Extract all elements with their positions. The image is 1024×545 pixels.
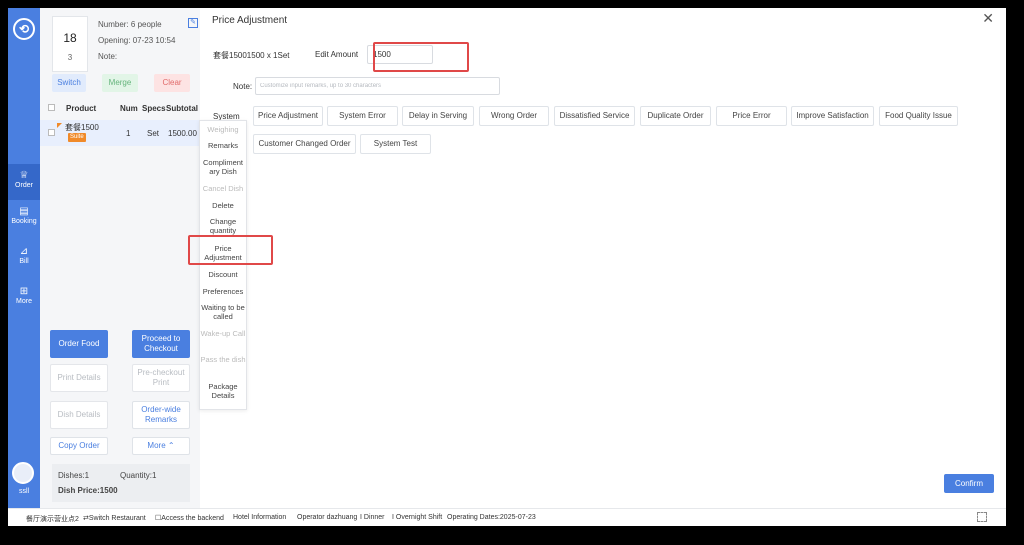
reason-tag[interactable]: Improve Satisfaction (791, 106, 874, 126)
hotel-information-link[interactable]: Hotel Information (233, 514, 286, 521)
reason-tag[interactable]: Wrong Order (479, 106, 549, 126)
fullscreen-icon[interactable] (977, 512, 987, 522)
menu-item-wake-up-call[interactable]: Wake-up Call (200, 329, 246, 338)
reason-tag[interactable]: Price Adjustment (253, 106, 323, 126)
order-icon: ♕ (19, 170, 29, 181)
nav-bill-label: Bill (19, 258, 29, 265)
switch-table-button[interactable]: Switch (52, 74, 86, 92)
edit-icon[interactable]: ✎ (188, 18, 198, 28)
bill-icon: ⊿ (19, 246, 29, 257)
col-product: Product (66, 104, 97, 113)
select-all-checkbox[interactable] (48, 104, 55, 111)
nav-booking[interactable]: ▤ Booking (8, 206, 40, 230)
reason-tag[interactable]: Customer Changed Order (253, 134, 356, 154)
copy-order-button[interactable]: Copy Order (50, 437, 108, 455)
guest-count: 3 (67, 53, 73, 62)
user-name: ssll (18, 488, 30, 495)
table-card[interactable]: 18 3 (52, 16, 88, 72)
shift-info: I Overnight Shift (392, 514, 443, 521)
reason-tag[interactable]: System Test (360, 134, 431, 154)
meal-period: I Dinner (360, 514, 385, 521)
price-adjustment-dialog: Price Adjustment ✕ 套餐15001500 x 1Set Edi… (200, 8, 1006, 508)
order-food-button[interactable]: Order Food (50, 330, 108, 358)
menu-item-weighing[interactable]: Weighing (200, 125, 246, 134)
table-number: 18 (63, 31, 77, 45)
menu-item-pass-the-dish[interactable]: Pass the dish (200, 355, 246, 364)
close-icon[interactable]: ✕ (982, 10, 994, 27)
quantity-count: Quantity:1 (120, 471, 157, 480)
access-backend-link[interactable]: ☐Access the backend (155, 514, 224, 522)
row-num: 1 (126, 129, 131, 138)
order-table-header: Product Num Specs Subtotal (40, 102, 200, 118)
print-details-button[interactable]: Print Details (50, 364, 108, 392)
people-info: Number: 6 people (98, 20, 162, 29)
app-logo-icon: ⟲ (13, 18, 35, 40)
reason-tag[interactable]: Price Error (716, 106, 787, 126)
package-flag-icon (57, 123, 62, 128)
price-adjustment-highlight (188, 235, 273, 265)
menu-item-delete[interactable]: Delete (200, 201, 246, 210)
avatar[interactable] (12, 462, 34, 484)
note-info: Note: (98, 52, 118, 61)
reason-tag[interactable]: System Error (327, 106, 398, 126)
row-checkbox[interactable] (48, 129, 55, 136)
pos-app: ⟲ ♕ Order ▤ Booking ⊿ Bill ⊞ More ssll 1… (8, 8, 1006, 526)
row-specs: Set (147, 129, 160, 138)
dialog-title: Price Adjustment (212, 15, 288, 26)
order-panel: 18 3 Number: 6 people Opening: 07-23 10:… (40, 8, 200, 508)
suite-badge: Suite (68, 133, 86, 142)
col-subtotal: Subtotal (166, 104, 198, 113)
merge-table-button[interactable]: Merge (102, 74, 138, 92)
menu-item-discount[interactable]: Discount (200, 270, 246, 279)
switch-restaurant-link[interactable]: ⇄Switch Restaurant (83, 514, 146, 522)
nav-order[interactable]: ♕ Order (8, 164, 40, 200)
order-wide-remarks-button[interactable]: Order-wide Remarks (132, 401, 190, 429)
menu-item-change-quantity[interactable]: Change quantity (200, 217, 246, 235)
edit-amount-label: Edit Amount (315, 50, 359, 59)
operating-dates: Operating Dates:2025-07-23 (447, 514, 536, 521)
nav-more-label: More (16, 298, 32, 305)
confirm-button[interactable]: Confirm (944, 474, 994, 493)
dish-line: 套餐15001500 x 1Set (213, 51, 290, 60)
dishes-count: Dishes:1 (58, 471, 90, 480)
col-num: Num (120, 104, 138, 113)
nav-more[interactable]: ⊞ More (8, 286, 40, 310)
more-button[interactable]: More ⌃ (132, 437, 190, 455)
order-summary: Dishes:1 Quantity:1 Dish Price:1500 (52, 464, 190, 502)
highlight-box (373, 42, 469, 72)
status-bar: 餐厅演示营业点2 ⇄Switch Restaurant ☐Access the … (8, 508, 1006, 526)
reason-tag[interactable]: Dissatisfied Service (554, 106, 635, 126)
nav-order-label: Order (15, 182, 33, 189)
dish-details-button[interactable]: Dish Details (50, 401, 108, 429)
menu-item-package-details[interactable]: Package Details (200, 382, 246, 400)
menu-item-cancel-dish[interactable]: Cancel Dish (200, 184, 246, 193)
proceed-checkout-button[interactable]: Proceed to Checkout (132, 330, 190, 358)
menu-item-waiting-to-be-called[interactable]: Waiting to be called (200, 303, 246, 321)
more-icon: ⊞ (19, 286, 29, 297)
menu-item-preferences[interactable]: Preferences (200, 287, 246, 296)
reason-tag[interactable]: Duplicate Order (640, 106, 711, 126)
note-label: Note: (233, 82, 253, 91)
booking-icon: ▤ (19, 206, 29, 217)
col-specs: Specs (142, 104, 166, 113)
operator-name: Operator dazhuang (297, 514, 358, 521)
dish-price: Dish Price:1500 (58, 486, 118, 495)
reason-tag[interactable]: Delay in Serving (402, 106, 474, 126)
clear-table-button[interactable]: Clear (154, 74, 190, 92)
row-product: 套餐1500 (65, 123, 99, 132)
row-subtotal: 1500.00 (168, 129, 197, 138)
nav-rail: ⟲ ♕ Order ▤ Booking ⊿ Bill ⊞ More ssll (8, 8, 40, 508)
dish-context-menu: Weighing Remarks Compliment ary Dish Can… (199, 120, 247, 410)
nav-bill[interactable]: ⊿ Bill (8, 246, 40, 270)
menu-item-remarks[interactable]: Remarks (200, 141, 246, 150)
note-input[interactable] (255, 77, 500, 95)
opening-info: Opening: 07-23 10:54 (98, 36, 176, 45)
pre-checkout-print-button[interactable]: Pre-checkout Print (132, 364, 190, 392)
reason-tag[interactable]: Food Quality Issue (879, 106, 958, 126)
menu-item-complimentary-dish[interactable]: Compliment ary Dish (200, 158, 246, 176)
table-row[interactable]: 套餐1500 Suite 1 Set 1500.00 (40, 120, 200, 146)
restaurant-name: 餐厅演示营业点2 (26, 516, 79, 523)
nav-booking-label: Booking (11, 218, 37, 225)
